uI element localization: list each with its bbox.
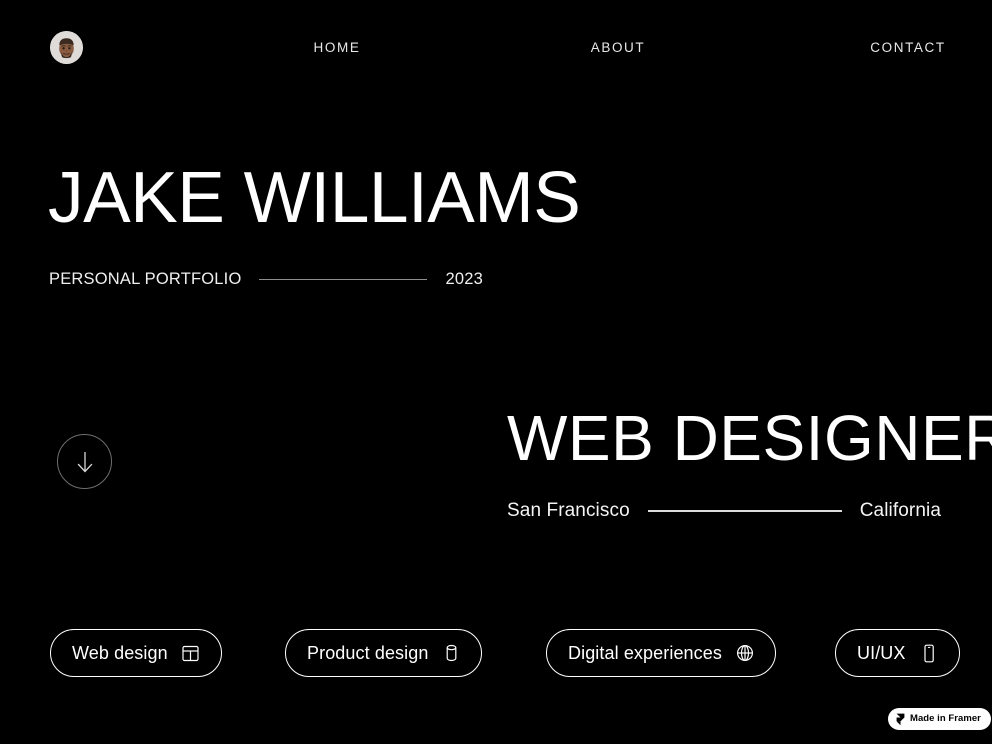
service-pill-label: Product design	[307, 643, 429, 663]
avatar[interactable]	[50, 31, 83, 64]
scroll-down-button[interactable]	[57, 434, 112, 489]
service-pill-digital-experiences[interactable]: Digital experiences	[546, 629, 776, 677]
avatar-face-icon	[50, 31, 83, 64]
service-pill-product-design[interactable]: Product design	[285, 629, 483, 677]
page-title: JAKE WILLIAMS	[48, 158, 581, 238]
arrow-down-icon	[77, 451, 92, 472]
service-pill-label: Web design	[72, 643, 168, 663]
globe-icon	[736, 644, 754, 662]
nav-link-home[interactable]: HOME	[314, 40, 361, 56]
layout-panels-icon	[182, 644, 200, 662]
service-pill-label: UI/UX	[857, 643, 906, 663]
portfolio-label: PERSONAL PORTFOLIO	[49, 270, 242, 288]
framer-logo-icon	[896, 713, 905, 726]
location-meta-row: San Francisco California	[507, 499, 941, 523]
location-city: San Francisco	[507, 500, 630, 521]
location-divider-line	[647, 510, 842, 512]
badge-label: Made in Framer	[910, 713, 981, 724]
service-pill-web-design[interactable]: Web design	[50, 629, 222, 677]
cylinder-database-icon	[442, 644, 460, 662]
nav-link-contact[interactable]: CONTACT	[870, 40, 945, 56]
mobile-phone-icon	[920, 644, 938, 662]
role-title: WEB DESIGNER	[507, 402, 992, 474]
location-state: California	[859, 500, 941, 521]
portfolio-meta-row: PERSONAL PORTFOLIO 2023	[49, 268, 483, 290]
portfolio-year: 2023	[445, 270, 483, 288]
service-pill-ui-ux[interactable]: UI/UX	[835, 629, 960, 677]
portfolio-hero-page: HOME ABOUT CONTACT JAKE WILLIAMS PERSONA…	[0, 0, 992, 744]
main-navigation: HOME ABOUT CONTACT	[0, 0, 992, 96]
meta-divider-line	[259, 278, 428, 280]
service-pill-label: Digital experiences	[568, 643, 722, 663]
made-in-framer-badge[interactable]: Made in Framer	[888, 708, 991, 730]
nav-link-about[interactable]: ABOUT	[591, 40, 646, 56]
